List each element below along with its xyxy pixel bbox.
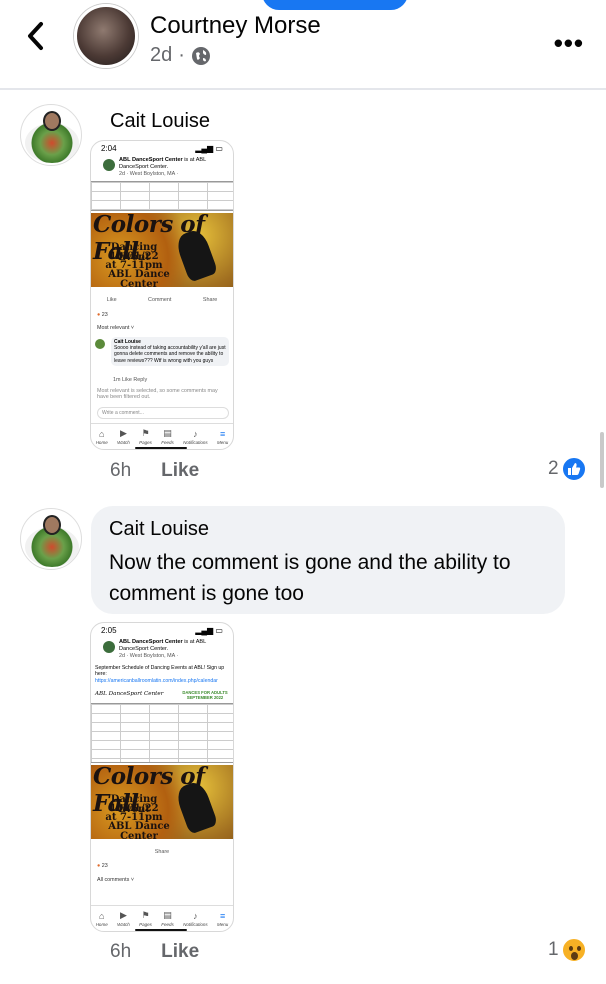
shot-actions: Like Comment Share: [91, 297, 233, 303]
shot-sort: Most relevant ˅: [97, 325, 135, 331]
scrollbar[interactable]: [600, 432, 604, 488]
shot-schedule-logo: ABL DanceSport Center: [95, 691, 164, 697]
comment-screenshot-image[interactable]: 2:04 ▂▄▆ ▭ ABL DanceSport Center is at A…: [90, 140, 234, 450]
comment-text: Now the comment is gone and the ability …: [109, 551, 511, 605]
shot-reaction-count: ● 23: [97, 312, 108, 318]
shot-location: 2d · West Boylston, MA ·: [119, 653, 179, 659]
event-poster: Colors of Fall Dancing Event 10/01/22 at…: [91, 211, 233, 290]
shot-comment-avatar: [95, 339, 105, 349]
poster-line: ABL Dance Center: [108, 821, 170, 842]
tab-menu: ≡ Menu: [217, 910, 229, 927]
signal-icon: ▂▄▆ ▭: [195, 144, 223, 153]
shot-sort: All comments ˅: [97, 877, 134, 883]
wow-icon: [560, 937, 587, 963]
tab-feeds: ▤ Feeds: [161, 910, 174, 927]
tab-pages: ⚑ Pages: [139, 428, 152, 445]
commenter-avatar[interactable]: [20, 104, 82, 166]
shot-page-name: ABL DanceSport Center: [119, 639, 183, 645]
shot-post-header: ABL DanceSport Center is at ABL DanceSpo…: [119, 157, 229, 178]
shot-schedule-month: SEPTEMBER 2022: [186, 695, 224, 700]
shot-reaction-count: ● 23: [97, 863, 108, 869]
profile-face: [43, 515, 61, 535]
header-divider: [0, 88, 606, 90]
shot-post-text: September Schedule of Dancing Events at …: [95, 665, 231, 684]
shot-like: Like: [106, 297, 117, 303]
post-time[interactable]: 2d: [150, 44, 172, 67]
author-avatar[interactable]: [74, 4, 138, 68]
status-bar: 2:05 ▂▄▆ ▭: [91, 623, 233, 637]
tab-feeds: ▤ Feeds: [161, 428, 174, 445]
shot-tabbar: ⌂ Home ▶ Watch ⚑ Pages ▤ Feeds ♪ Notification…: [91, 423, 233, 449]
globe-icon: [191, 46, 210, 65]
status-time: 2:04: [101, 144, 117, 153]
status-time: 2:05: [101, 626, 117, 635]
like-button[interactable]: Like: [161, 941, 199, 963]
signal-icon: ▂▄▆ ▭: [195, 626, 223, 635]
shot-filter-note: Most relevant is selected, so some comme…: [97, 388, 218, 400]
shot-post-body: September Schedule of Dancing Events at …: [95, 665, 225, 678]
tab-home: ⌂ Home: [95, 428, 108, 445]
like-icon: [560, 456, 587, 482]
shot-tabbar: ⌂ Home ▶ Watch ⚑ Pages ▤ Feeds ♪ Notification…: [91, 905, 233, 931]
shot-share: Share: [202, 297, 218, 303]
shot-page-name: ABL DanceSport Center: [119, 157, 183, 163]
shot-comment-meta: 1m Like Reply: [113, 377, 148, 383]
comment-actions: 6h Like: [110, 941, 199, 963]
shot-share: Share: [154, 849, 170, 855]
shot-location: 2d · West Boylston, MA ·: [119, 171, 179, 177]
comment-author[interactable]: Cait Louise: [109, 518, 547, 541]
tab-notifications: ♪ Notifications: [183, 428, 208, 445]
shot-comment-text: Soooo instead of taking accountability y…: [114, 345, 226, 364]
author-name[interactable]: Courtney Morse: [150, 12, 321, 40]
reaction-count: 2: [548, 458, 559, 479]
reaction-count: 1: [548, 939, 559, 960]
home-indicator: [135, 447, 187, 449]
profile-face: [43, 111, 61, 131]
comment-time: 6h: [110, 941, 132, 962]
home-indicator: [135, 929, 187, 931]
page-avatar: [103, 641, 115, 653]
status-bar: 2:04 ▂▄▆ ▭: [91, 141, 233, 155]
shot-comment: Comment: [148, 297, 172, 303]
shot-write-comment: Write a comment...: [97, 407, 229, 419]
commenter-avatar[interactable]: [20, 508, 82, 570]
tab-watch: ▶ Watch: [117, 910, 130, 927]
meta-separator: ·: [178, 44, 185, 66]
tab-home: ⌂ Home: [95, 910, 108, 927]
back-arrow-icon[interactable]: [22, 18, 50, 54]
post-header: Courtney Morse 2d · •••: [0, 0, 606, 88]
comment-time: 6h: [110, 460, 132, 481]
schedule-table: [91, 703, 233, 763]
event-poster: Colors of Fall Dancing Event 10/01/22 at…: [91, 763, 233, 842]
reaction-summary[interactable]: 2: [548, 456, 587, 482]
schedule-table: [91, 181, 233, 211]
page-avatar: [103, 159, 115, 171]
shot-post-header: ABL DanceSport Center is at ABL DanceSpo…: [119, 639, 229, 660]
comment-author[interactable]: Cait Louise: [110, 110, 210, 133]
tab-notifications: ♪ Notifications: [183, 910, 208, 927]
tab-pages: ⚑ Pages: [139, 910, 152, 927]
tab-watch: ▶ Watch: [117, 428, 130, 445]
more-options-icon[interactable]: •••: [554, 28, 584, 59]
reaction-summary[interactable]: 1: [548, 937, 587, 963]
comment-screenshot-image[interactable]: 2:05 ▂▄▆ ▭ ABL DanceSport Center is at A…: [90, 622, 234, 932]
shot-actions: Share: [91, 849, 233, 855]
shot-post-link: https://americanballroomlatin.com/index.…: [95, 677, 218, 684]
shot-comment-bubble: Cait Louise Soooo instead of taking acco…: [111, 337, 229, 367]
comment-bubble[interactable]: Cait Louise Now the comment is gone and …: [91, 506, 565, 614]
comment-actions: 6h Like: [110, 460, 199, 482]
poster-line: ABL Dance Center: [108, 269, 170, 290]
like-button[interactable]: Like: [161, 460, 199, 482]
tab-menu: ≡ Menu: [217, 428, 229, 445]
post-meta: 2d ·: [150, 44, 211, 67]
